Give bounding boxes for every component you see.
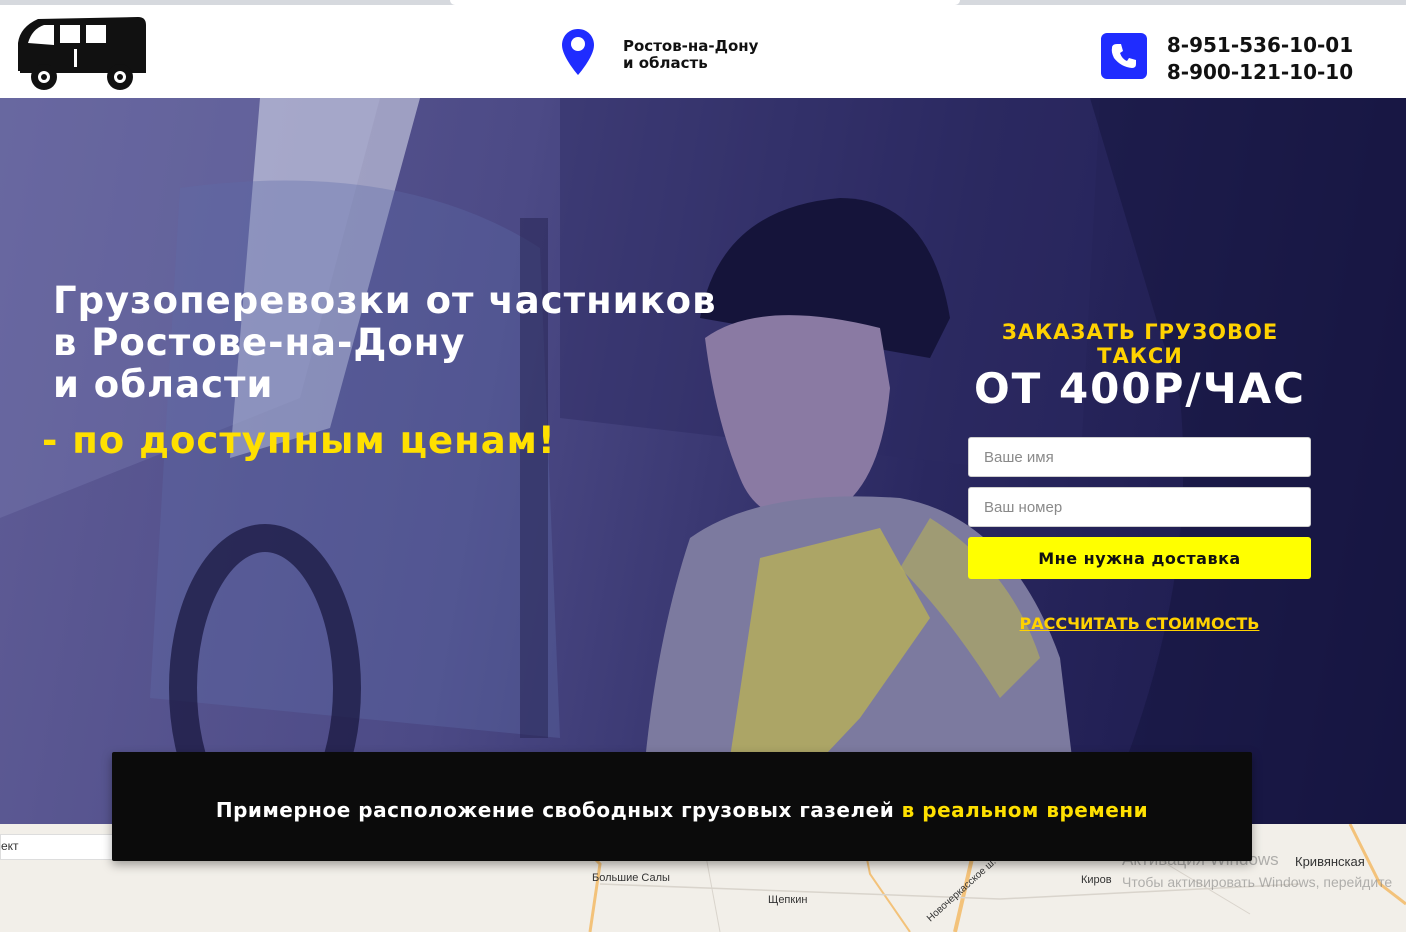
location-text: Ростов-на-Дону и область <box>623 38 758 72</box>
price-label: ОТ 400Р/ЧАС <box>973 364 1307 413</box>
map-label-bolshie-saly: Большие Салы <box>592 872 670 884</box>
site-header: Ростов-на-Дону и область 8-951-536-10-01… <box>0 5 1406 98</box>
phone-input[interactable] <box>968 487 1311 527</box>
name-input[interactable] <box>968 437 1311 477</box>
calculate-cost-link[interactable]: РАССЧИТАТЬ СТОИМОСТЬ <box>968 614 1311 633</box>
windows-activation-text: Чтобы активировать Windows, перейдите <box>1122 874 1393 890</box>
order-form-title: ЗАКАЗАТЬ ГРУЗОВОЕ ТАКСИ <box>1001 320 1279 368</box>
phone-number-1[interactable]: 8-951-536-10-01 <box>1162 32 1358 59</box>
hero-subtitle: - по доступным ценам! <box>42 419 556 462</box>
map-label-krivyanskaya: Кривянская <box>1295 854 1365 869</box>
hero-title-line-2: в Ростове-на-Дону <box>53 321 466 364</box>
location-pin-icon <box>562 29 594 75</box>
hero-section: Грузоперевозки от частников в Ростове-на… <box>0 98 1406 824</box>
banner-text-highlight: в реальном времени <box>901 798 1149 822</box>
van-logo-icon[interactable] <box>14 13 150 91</box>
hero-title-line-3: и области <box>53 363 274 406</box>
map-label-kirov: Киров <box>1081 874 1112 886</box>
map-label-shchepkin: Щепкин <box>768 894 808 906</box>
submit-delivery-button[interactable]: Мне нужна доставка <box>968 537 1311 579</box>
map-search-input[interactable]: ект <box>0 834 118 860</box>
banner-text: Примерное расположение свободных грузовы… <box>112 798 1252 822</box>
phone-icon[interactable] <box>1101 33 1147 79</box>
location-region: и область <box>623 54 708 72</box>
phone-number-2[interactable]: 8-900-121-10-10 <box>1162 59 1358 86</box>
phone-numbers: 8-951-536-10-01 8-900-121-10-10 <box>1162 32 1358 86</box>
hero-title-line-1: Грузоперевозки от частников <box>53 279 717 322</box>
hero-title: Грузоперевозки от частников в Ростове-на… <box>53 280 773 406</box>
location-city: Ростов-на-Дону <box>623 37 759 55</box>
realtime-banner: Примерное расположение свободных грузовы… <box>112 752 1252 861</box>
banner-text-main: Примерное расположение свободных грузовы… <box>215 798 902 822</box>
